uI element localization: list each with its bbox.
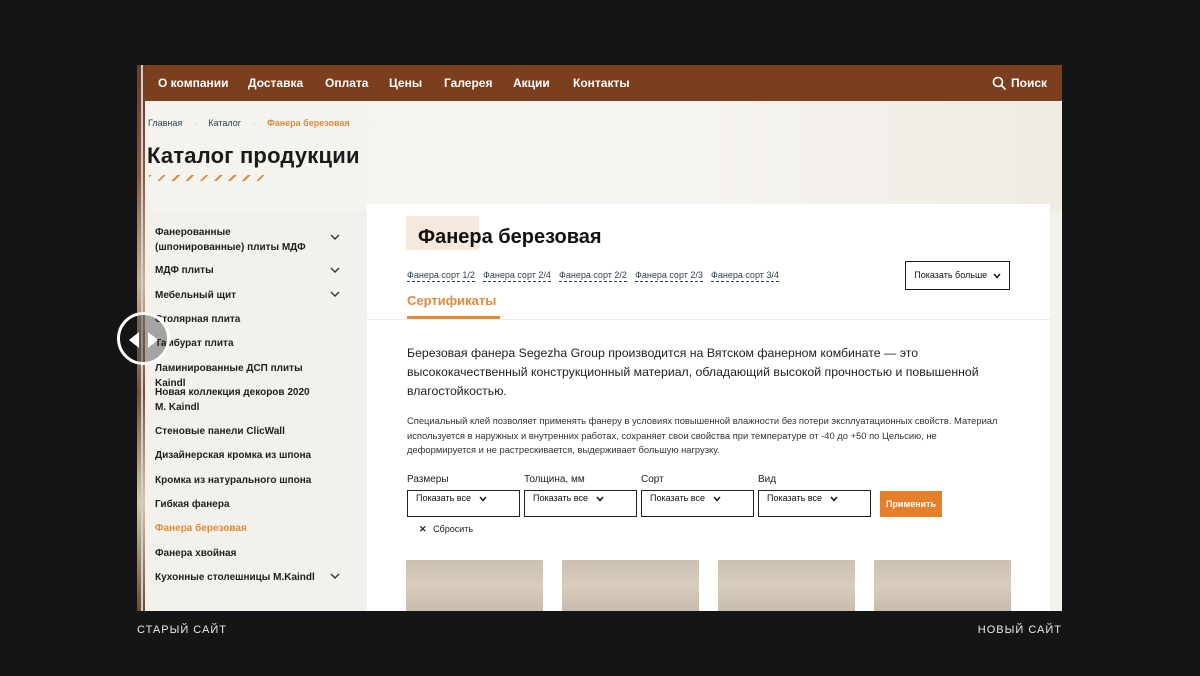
grade-link[interactable]: Фанера сорт 2/4 [483, 270, 551, 282]
filter-label-type: Вид [758, 474, 777, 485]
breadcrumb-current: Фанера березовая [267, 118, 350, 128]
product-thumbnail[interactable] [562, 560, 699, 611]
product-description: Специальный клей позволяет применять фан… [407, 415, 998, 455]
nav-item-contacts[interactable]: Контакты [573, 65, 630, 101]
sidebar-item-birch-plywood[interactable]: Фанера березовая [155, 521, 340, 536]
sidebar-item-block-board[interactable]: Столярная плита [155, 312, 340, 327]
arrow-right-icon [148, 332, 158, 348]
product-thumbnail[interactable] [406, 560, 543, 611]
breadcrumb: Главная · Каталог · Фанера березовая [148, 118, 350, 128]
close-icon: ✕ [419, 524, 427, 534]
page-title: Каталог продукции [147, 143, 360, 168]
product-title: Фанера березовая [418, 226, 602, 248]
sidebar-item-designer-edge[interactable]: Дизайнерская кромка из шпона [155, 448, 340, 463]
grade-link[interactable]: Фанера сорт 3/4 [711, 270, 779, 282]
comparison-stage: О компании Доставка Оплата Цены Галерея … [137, 65, 1062, 611]
chevron-down-icon [993, 273, 1001, 279]
product-panel: Фанера березовая Фанера сорт 1/2 Фанера … [367, 204, 1050, 611]
show-more-label: Показать больше [914, 270, 988, 280]
tab-certificates[interactable]: Сертификаты [407, 293, 496, 308]
sidebar-item-label: Кухонные столешницы M.Kaindl [155, 572, 315, 583]
show-more-button[interactable]: Показать больше [905, 261, 1010, 290]
sidebar-item-conifer-plywood[interactable]: Фанера хвойная [155, 546, 340, 561]
grade-link[interactable]: Фанера сорт 2/3 [635, 270, 703, 282]
chevron-down-icon [596, 496, 605, 502]
nav-item-delivery[interactable]: Доставка [248, 65, 303, 101]
sidebar-item-label: Стеновые панели ClicWall [155, 426, 285, 437]
tab-divider [367, 319, 1050, 320]
sidebar-item-label: Дизайнерская кромка из шпона [155, 450, 312, 461]
breadcrumb-catalog[interactable]: Каталог [208, 118, 241, 128]
sidebar-item-flexible-plywood[interactable]: Гибкая фанера [155, 497, 340, 512]
chevron-down-icon[interactable] [330, 266, 340, 274]
sidebar-item-label: Столярная плита [155, 314, 241, 325]
sidebar-item-label: Фанера березовая [155, 523, 247, 534]
filter-select-value: Показать все [650, 493, 705, 503]
reset-label: Сбросить [433, 524, 474, 534]
nav-item-promotions[interactable]: Акции [513, 65, 550, 101]
sidebar-item-decor-collection-2020[interactable]: Новая коллекция декоров 2020 M. Kaindl [155, 385, 340, 415]
sidebar-item-label: Тамбурат плита [155, 338, 234, 349]
search-button[interactable]: Поиск [992, 65, 1047, 101]
old-site-caption: СТАРЫЙ САЙТ [137, 624, 227, 636]
filter-select-thickness[interactable]: Показать все [524, 490, 637, 517]
sidebar-item-tamburat[interactable]: Тамбурат плита [155, 336, 340, 351]
filter-label-grade: Сорт [641, 474, 664, 485]
title-decoration [149, 175, 264, 181]
sidebar-item-furniture-board[interactable]: Мебельный щит [155, 288, 340, 303]
sidebar-item-label: МДФ плиты [155, 265, 214, 276]
grade-link[interactable]: Фанера сорт 2/2 [559, 270, 627, 282]
product-thumbnail[interactable] [718, 560, 855, 611]
breadcrumb-separator: · [193, 118, 197, 128]
chevron-down-icon[interactable] [330, 572, 340, 580]
filter-select-sizes[interactable]: Показать все [407, 490, 520, 517]
filter-select-value: Показать все [767, 493, 822, 503]
filter-select-grade[interactable]: Показать все [641, 490, 754, 517]
arrow-left-icon [129, 332, 139, 348]
breadcrumb-separator: · [252, 118, 256, 128]
sidebar-item-natural-edge[interactable]: Кромка из натурального шпона [155, 473, 340, 488]
sidebar-item-label: Фанерованные (шпонированные) плиты МДФ [155, 227, 306, 253]
grade-link[interactable]: Фанера сорт 1/2 [407, 270, 475, 282]
search-icon [992, 76, 1006, 90]
sidebar-item-mdf[interactable]: МДФ плиты [155, 263, 340, 278]
reset-filters-button[interactable]: ✕ Сбросить [419, 524, 473, 535]
filter-label-thickness: Толщина, мм [524, 474, 585, 485]
new-site-caption: НОВЫЙ САЙТ [977, 624, 1062, 636]
product-lead: Березовая фанера Segezha Group производи… [407, 346, 979, 398]
nav-item-gallery[interactable]: Галерея [444, 65, 492, 101]
top-navigation: О компании Доставка Оплата Цены Галерея … [145, 65, 1062, 101]
nav-item-prices[interactable]: Цены [389, 65, 422, 101]
sidebar-item-label: Мебельный щит [155, 290, 236, 301]
sidebar-item-kitchen-worktops[interactable]: Кухонные столешницы M.Kaindl [155, 570, 340, 585]
sidebar-item-label: Кромка из натурального шпона [155, 475, 312, 486]
sidebar-item-label: Гибкая фанера [155, 499, 230, 510]
filter-select-value: Показать все [416, 493, 471, 503]
sidebar-item-label: Фанера хвойная [155, 548, 237, 559]
breadcrumb-home[interactable]: Главная [148, 118, 182, 128]
product-thumbnail[interactable] [874, 560, 1011, 611]
nav-item-payment[interactable]: Оплата [325, 65, 368, 101]
chevron-down-icon [479, 496, 488, 502]
filter-select-value: Показать все [533, 493, 588, 503]
chevron-down-icon[interactable] [330, 233, 340, 241]
apply-filters-button[interactable]: Применить [880, 491, 942, 517]
sidebar-item-wall-panels[interactable]: Стеновые панели ClicWall [155, 424, 340, 439]
comparison-slider-handle[interactable] [117, 312, 170, 365]
sidebar-item-veneered-mdf[interactable]: Фанерованные (шпонированные) плиты МДФ [155, 225, 340, 255]
chevron-down-icon [713, 496, 722, 502]
chevron-down-icon [830, 496, 839, 502]
filter-label-sizes: Размеры [407, 474, 449, 485]
nav-item-company[interactable]: О компании [158, 65, 229, 101]
sidebar-item-label: Новая коллекция декоров 2020 M. Kaindl [155, 387, 310, 413]
chevron-down-icon[interactable] [330, 290, 340, 298]
filter-select-type[interactable]: Показать все [758, 490, 871, 517]
search-label: Поиск [1010, 76, 1047, 90]
